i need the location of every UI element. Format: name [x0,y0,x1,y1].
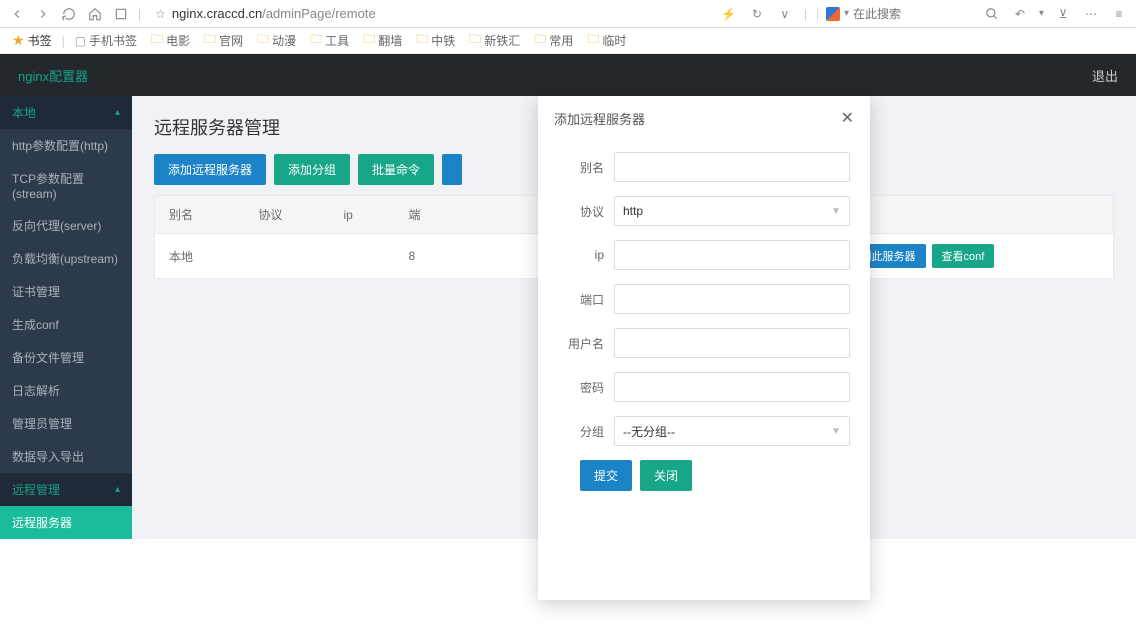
add-server-button[interactable]: 添加远程服务器 [154,154,266,185]
batch-cmd-button[interactable]: 批量命令 [358,154,434,185]
bookmark-zt[interactable]: 🗀中铁 [412,28,459,53]
app-topbar: nginx配置器 退出 [0,54,1136,96]
sidebar-log[interactable]: 日志解析 [0,374,132,407]
view-conf-button[interactable]: 查看conf [932,244,995,268]
label-username: 用户名 [558,335,614,352]
bookmark-star[interactable]: ★书签 [8,30,56,51]
bookmark-wall[interactable]: 🗀翻墙 [359,28,406,53]
col-ip: ip [330,196,395,234]
bookmark-bar: ★书签 | ▢手机书签 🗀电影 🗀官网 🗀动漫 🗀工具 🗀翻墙 🗀中铁 🗀新铁汇… [0,28,1136,54]
chevron-down-icon: ▼ [831,206,841,217]
cell-protocol [245,234,330,279]
bookmark-xth[interactable]: 🗀新铁汇 [465,28,524,53]
undo-icon[interactable]: ↶ [1011,5,1029,23]
bookmark-common[interactable]: 🗀常用 [530,28,577,53]
search-engine-icon[interactable] [826,7,840,21]
address-bar[interactable]: ☆ nginx.craccd.cn/adminPage/remote [149,6,712,21]
group-select[interactable]: --无分组-- ▼ [614,416,850,446]
hidden-button[interactable] [442,154,462,185]
back-button[interactable] [8,5,26,23]
menu-icon[interactable]: ≡ [1110,5,1128,23]
sidebar-backup[interactable]: 备份文件管理 [0,341,132,374]
col-protocol: 协议 [245,196,330,234]
label-ip: ip [558,248,614,262]
flash-icon[interactable]: ⚡ [720,5,738,23]
sidebar-tcp[interactable]: TCP参数配置(stream) [0,162,132,209]
caret-up-icon: ▴ [115,107,120,118]
port-input[interactable] [614,284,850,314]
col-alias: 别名 [155,196,245,234]
main-content: 远程服务器管理 添加远程服务器 添加分组 批量命令 别名 协议 ip 端 操作 … [132,96,1136,539]
sidebar-section-local[interactable]: 本地 ▴ [0,96,132,129]
cell-alias: 本地 [155,234,245,279]
sidebar-remote-server[interactable]: 远程服务器 [0,506,132,539]
app-brand: nginx配置器 [18,66,88,85]
password-input[interactable] [614,372,850,402]
download-icon[interactable]: ⊻ [1054,5,1072,23]
sidebar-proxy[interactable]: 反向代理(server) [0,209,132,242]
url-path: /adminPage/remote [262,6,375,21]
label-protocol: 协议 [558,203,614,220]
bookmark-temp[interactable]: 🗀临时 [583,28,630,53]
cell-ip [330,234,395,279]
chevron-down-icon: ▼ [831,426,841,437]
cast-icon[interactable]: ↺ [748,5,766,23]
search-icon[interactable] [983,5,1001,23]
close-button[interactable]: 关闭 [640,460,692,491]
bookmark-anime[interactable]: 🗀动漫 [253,28,300,53]
close-icon[interactable]: ✕ [841,108,854,128]
logout-button[interactable]: 退出 [1092,66,1118,85]
refresh-button[interactable] [60,5,78,23]
sidebar-section-remote[interactable]: 远程管理 ▴ [0,473,132,506]
bookmark-tools[interactable]: 🗀工具 [306,28,353,53]
sidebar-genconf[interactable]: 生成conf [0,308,132,341]
browser-search-input[interactable] [853,7,973,21]
sidebar: 本地 ▴ http参数配置(http) TCP参数配置(stream) 反向代理… [0,96,132,539]
favorite-icon[interactable]: ☆ [155,7,166,21]
bookmark-phone[interactable]: ▢手机书签 [71,30,141,51]
add-group-button[interactable]: 添加分组 [274,154,350,185]
modal-title: 添加远程服务器 [554,109,645,128]
label-group: 分组 [558,423,614,440]
ip-input[interactable] [614,240,850,270]
sidebar-http[interactable]: http参数配置(http) [0,129,132,162]
more-icon[interactable]: ⋯ [1082,5,1100,23]
username-input[interactable] [614,328,850,358]
alias-input[interactable] [614,152,850,182]
home-button[interactable] [86,5,104,23]
bookmark-official[interactable]: 🗀官网 [200,28,247,53]
protocol-select[interactable]: http ▼ [614,196,850,226]
sidebar-upstream[interactable]: 负载均衡(upstream) [0,242,132,275]
sync-icon[interactable]: ∨ [776,5,794,23]
browser-nav-bar: | ☆ nginx.craccd.cn/adminPage/remote ⚡ ↺… [0,0,1136,28]
sidebar-cert[interactable]: 证书管理 [0,275,132,308]
bookmark-movie[interactable]: 🗀电影 [147,28,194,53]
label-alias: 别名 [558,159,614,176]
label-port: 端口 [558,291,614,308]
sidebar-data[interactable]: 数据导入导出 [0,440,132,473]
caret-up-icon: ▴ [115,484,120,495]
url-host: nginx.craccd.cn [172,6,262,21]
sidebar-admin[interactable]: 管理员管理 [0,407,132,440]
tabs-button[interactable] [112,5,130,23]
submit-button[interactable]: 提交 [580,460,632,491]
add-server-modal: 添加远程服务器 ✕ 别名 协议 http ▼ ip [538,96,870,600]
forward-button[interactable] [34,5,52,23]
label-password: 密码 [558,379,614,396]
